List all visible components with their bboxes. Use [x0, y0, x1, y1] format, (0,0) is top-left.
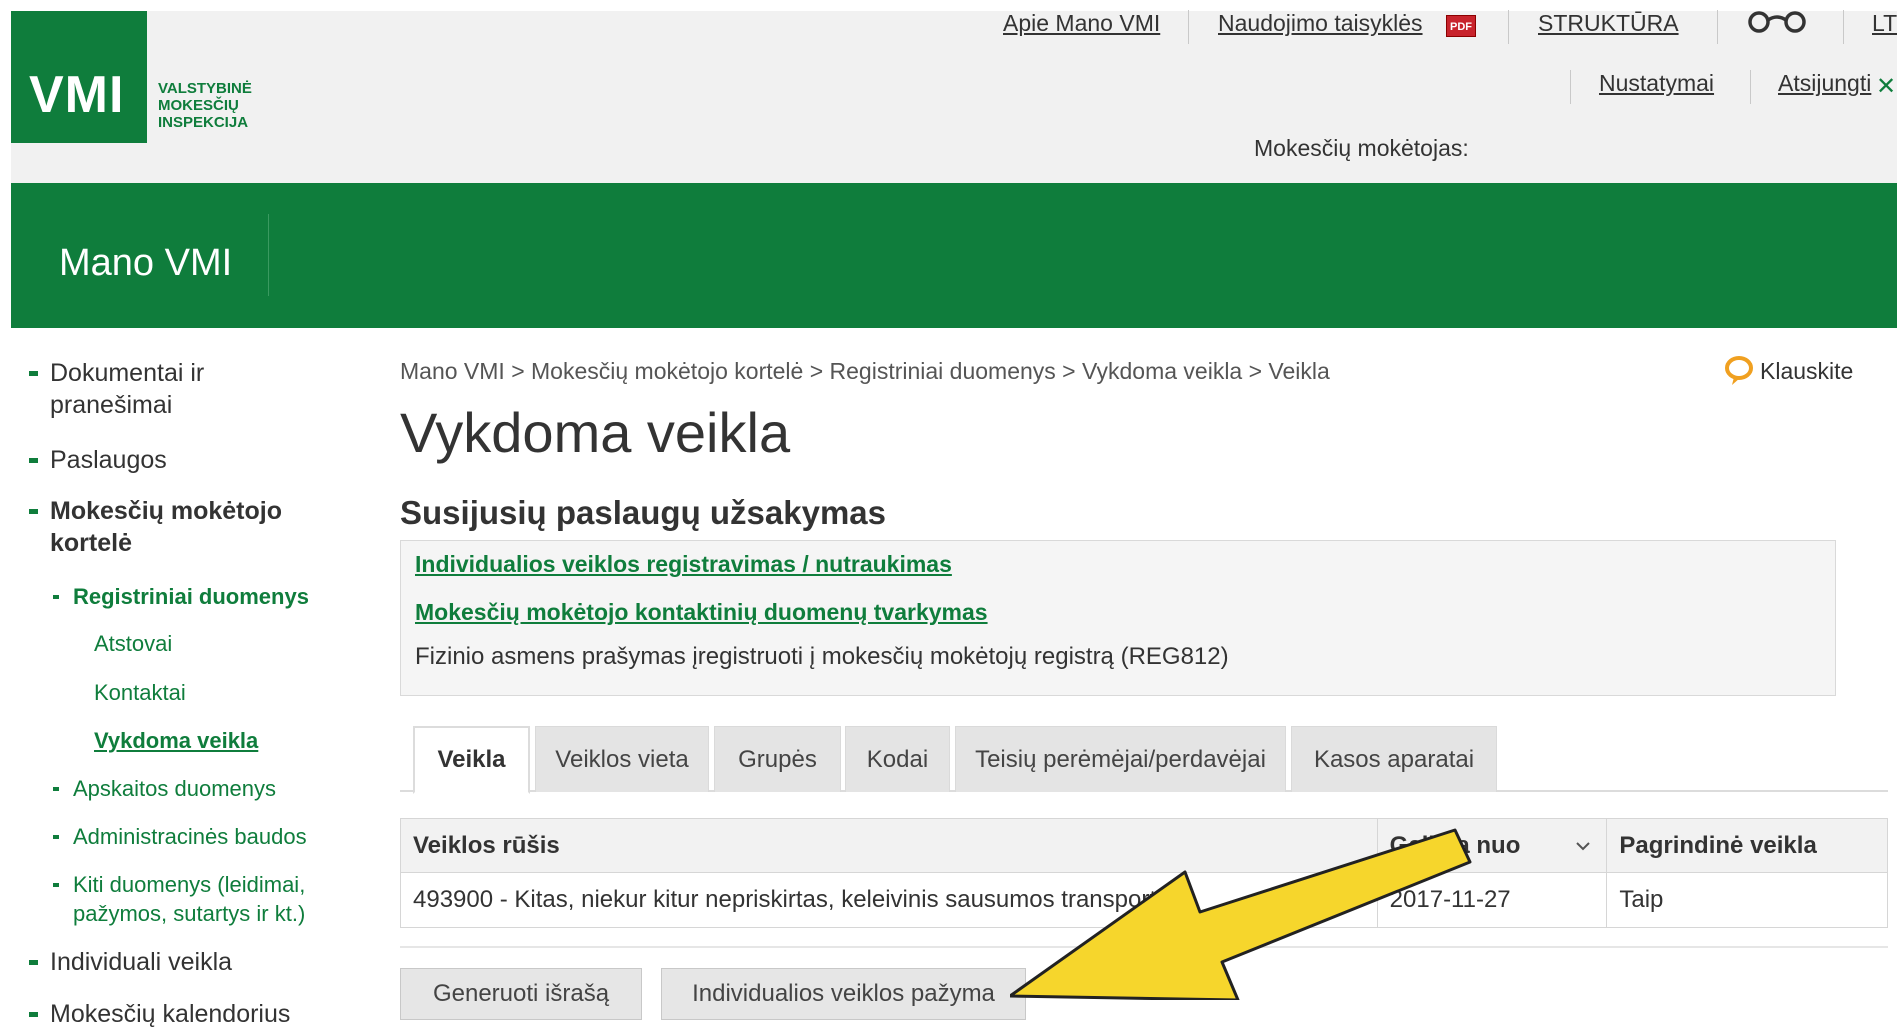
- contact-data-management-link[interactable]: Mokesčių mokėtojo kontaktinių duomenų tv…: [415, 599, 988, 626]
- sidebar-item-accounting-data[interactable]: Apskaitos duomenys: [53, 774, 276, 803]
- divider: [1843, 10, 1844, 44]
- bullet: [29, 458, 38, 463]
- logo-line-2: MOKESČIŲ: [158, 97, 239, 114]
- sidebar-item-admin-fines[interactable]: Administracinės baudos: [53, 822, 307, 851]
- tab-cash-registers[interactable]: Kasos aparatai: [1291, 726, 1497, 792]
- sidebar-item-taxpayer-card[interactable]: Mokesčių mokėtojo kortelė: [29, 495, 282, 559]
- glasses-icon[interactable]: [1746, 10, 1808, 34]
- bullet: [29, 371, 38, 376]
- band-divider: [268, 214, 269, 296]
- sidebar-item-tax-calendar[interactable]: Mokesčių kalendorius: [29, 998, 291, 1027]
- cell-main-activity: Taip: [1619, 886, 1664, 913]
- section-title: Susijusių paslaugų užsakymas: [400, 494, 887, 531]
- rules-link[interactable]: Naudojimo taisyklės: [1218, 10, 1423, 37]
- band-title[interactable]: Mano VMI: [59, 242, 232, 285]
- page-title: Vykdoma veikla: [400, 401, 791, 464]
- sidebar-item-label: Mokesčių mokėtojo: [50, 497, 282, 525]
- generate-extract-button[interactable]: Generuoti išrašą: [400, 968, 642, 1020]
- logo-line-3: INSPEKCIJA: [158, 114, 249, 131]
- divider: [1570, 70, 1571, 104]
- close-icon[interactable]: ✕: [1876, 72, 1896, 101]
- sidebar-item-label: Administracinės baudos: [73, 824, 307, 849]
- bullet: [29, 960, 38, 965]
- logout-link[interactable]: Atsijungti: [1778, 70, 1871, 97]
- tab-kodai[interactable]: Kodai: [845, 726, 950, 792]
- bullet: [29, 1012, 38, 1017]
- sidebar-item-label: Dokumentai ir: [50, 359, 205, 387]
- sidebar-item-label: Apskaitos duomenys: [73, 776, 276, 801]
- tab-grupes[interactable]: Grupės: [714, 726, 841, 792]
- pdf-icon[interactable]: PDF: [1446, 15, 1476, 37]
- tab-veikla[interactable]: Veikla: [413, 726, 530, 794]
- sidebar-item-representatives[interactable]: Atstovai: [94, 629, 172, 658]
- divider: [1750, 70, 1751, 104]
- sidebar-item-activities[interactable]: Vykdoma veikla: [94, 726, 258, 755]
- speech-bubble-icon: [1725, 356, 1753, 385]
- annotation-arrow-icon: [1010, 828, 1472, 1000]
- sidebar-item-services[interactable]: Paslaugos: [29, 444, 167, 476]
- bullet: [53, 835, 59, 839]
- vmi-logo[interactable]: VMI: [11, 11, 147, 143]
- sidebar-item-contacts[interactable]: Kontaktai: [94, 678, 186, 707]
- sidebar-item-label: Atstovai: [94, 631, 173, 656]
- tab-successors[interactable]: Teisių perėmėjai/perdavėjai: [955, 726, 1286, 792]
- sidebar-item-label: Paslaugos: [50, 446, 167, 474]
- individual-activity-registration-link[interactable]: Individualios veiklos registravimas / nu…: [415, 551, 952, 578]
- column-header-main-activity[interactable]: Pagrindinė veikla: [1607, 819, 1887, 872]
- sidebar-item-label: pranešimai: [50, 391, 173, 419]
- payer-label: Mokesčių mokėtojas:: [1254, 135, 1469, 161]
- bullet: [53, 787, 59, 791]
- sidebar-item-label: Vykdoma veikla: [94, 728, 259, 753]
- bullet: [53, 883, 59, 887]
- divider: [1188, 10, 1189, 44]
- sidebar-item-label: pažymos, sutartys ir kt.): [73, 901, 306, 926]
- reg812-description: Fizinio asmens prašymas įregistruoti į m…: [415, 643, 1229, 670]
- breadcrumb[interactable]: Mano VMI > Mokesčių mokėtojo kortelė > R…: [400, 358, 1330, 385]
- language-link[interactable]: LT: [1872, 10, 1897, 37]
- sidebar-item-label: Registriniai duomenys: [73, 584, 309, 609]
- divider: [1717, 10, 1718, 44]
- sidebar-item-register-data[interactable]: Registriniai duomenys: [53, 582, 309, 611]
- ask-label: Klauskite: [1760, 357, 1854, 384]
- sidebar-item-label: Kiti duomenys (leidimai,: [73, 872, 306, 897]
- sidebar-item-label: Individuali veikla: [50, 948, 233, 976]
- logo-mark: VMI: [29, 66, 125, 124]
- bullet: [29, 509, 38, 514]
- sidebar-item-label: Kontaktai: [94, 680, 186, 705]
- about-link[interactable]: Apie Mano VMI: [1003, 10, 1160, 37]
- sidebar-item-documents[interactable]: Dokumentai ir pranešimai: [29, 357, 205, 421]
- divider: [1508, 10, 1509, 44]
- ask-button[interactable]: Klauskite: [1724, 355, 1853, 387]
- structure-link[interactable]: STRUKTŪRA: [1538, 10, 1679, 37]
- chevron-down-icon[interactable]: [1574, 837, 1592, 855]
- sidebar-item-individual-activity[interactable]: Individuali veikla: [29, 946, 233, 978]
- logo-text: VALSTYBINĖ MOKESČIŲ INSPEKCIJA: [158, 80, 252, 131]
- sidebar-item-other-data[interactable]: Kiti duomenys (leidimai, pažymos, sutart…: [53, 870, 306, 928]
- sidebar-item-label: kortelė: [50, 529, 132, 557]
- logo-line-1: VALSTYBINĖ: [158, 80, 252, 97]
- bullet: [53, 595, 59, 599]
- tab-veiklos-vieta[interactable]: Veiklos vieta: [535, 726, 709, 792]
- sidebar-item-label: Mokesčių kalendorius: [50, 1000, 291, 1027]
- title-band: [11, 183, 1897, 328]
- individual-activity-certificate-button[interactable]: Individualios veiklos pažyma: [661, 968, 1026, 1020]
- settings-link[interactable]: Nustatymai: [1599, 70, 1714, 97]
- related-services-box: Individualios veiklos registravimas / nu…: [400, 540, 1836, 696]
